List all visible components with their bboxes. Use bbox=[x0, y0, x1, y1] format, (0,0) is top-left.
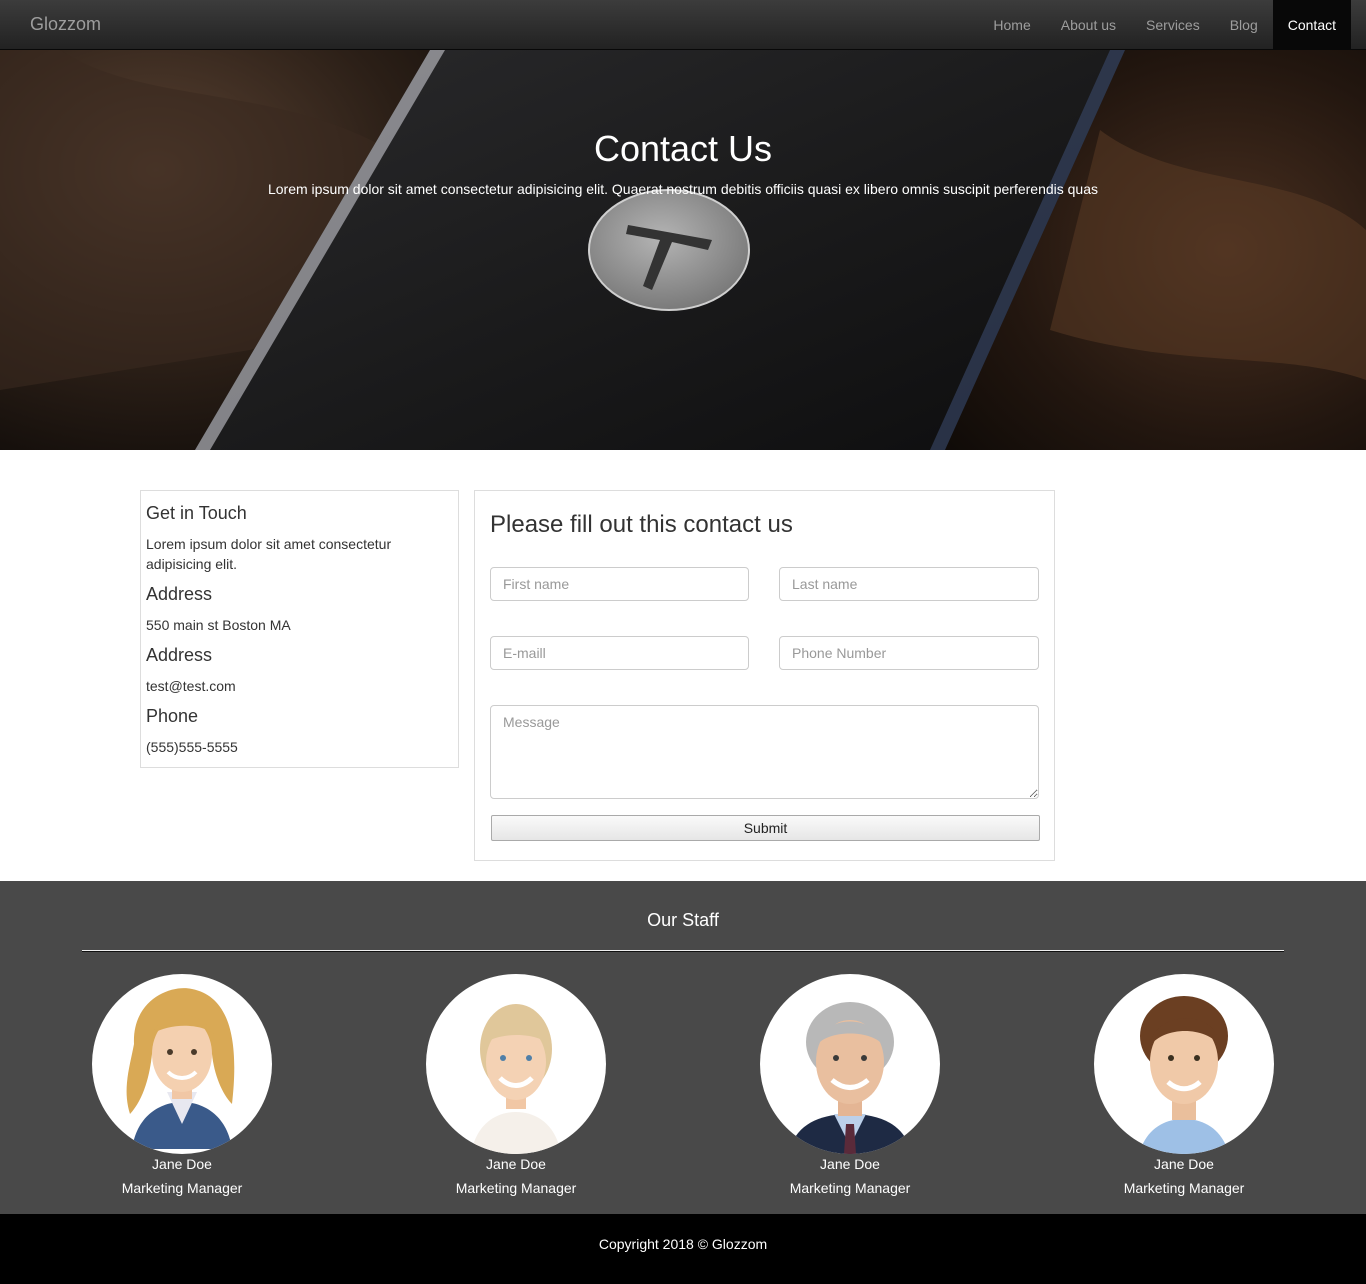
address-value: 550 main st Boston MA bbox=[146, 617, 291, 633]
message-field[interactable] bbox=[490, 705, 1039, 799]
phone-heading: Phone bbox=[146, 706, 199, 726]
staff-role: Marketing Manager bbox=[455, 1180, 577, 1196]
nav-item-about[interactable]: About us bbox=[1046, 0, 1131, 50]
last-name-field[interactable] bbox=[779, 567, 1039, 601]
avatar bbox=[426, 974, 606, 1154]
staff-role: Marketing Manager bbox=[121, 1180, 243, 1196]
submit-button[interactable]: Submit bbox=[491, 815, 1040, 841]
avatar bbox=[760, 974, 940, 1154]
form-title: Please fill out this contact us bbox=[490, 511, 793, 538]
get-in-touch-heading: Get in Touch bbox=[146, 503, 247, 523]
staff-card: Jane Doe Marketing Manager bbox=[1094, 974, 1274, 1196]
phone-value: (555)555-5555 bbox=[146, 739, 238, 755]
nav-item-home[interactable]: Home bbox=[978, 0, 1045, 50]
nav-menu: Home About us Services Blog Contact bbox=[978, 0, 1351, 50]
contact-intro: Lorem ipsum dolor sit amet consectetur a… bbox=[146, 536, 392, 572]
email-field[interactable] bbox=[490, 636, 749, 670]
staff-divider bbox=[82, 950, 1284, 952]
staff-title: Our Staff bbox=[647, 910, 719, 930]
hero-background-image bbox=[0, 50, 1366, 450]
staff-card: Jane Doe Marketing Manager bbox=[760, 974, 940, 1196]
staff-card: Jane Doe Marketing Manager bbox=[92, 974, 272, 1196]
hero-banner: Contact Us Lorem ipsum dolor sit amet co… bbox=[0, 50, 1366, 450]
nav-item-services[interactable]: Services bbox=[1131, 0, 1215, 50]
contact-info-panel: Get in Touch Lorem ipsum dolor sit amet … bbox=[140, 490, 459, 768]
staff-name: Jane Doe bbox=[152, 1156, 212, 1172]
avatar bbox=[1094, 974, 1274, 1154]
staff-section: Our Staff Jane Doe Marketing Manager Jan… bbox=[0, 881, 1366, 1214]
nav-item-blog[interactable]: Blog bbox=[1215, 0, 1273, 50]
staff-name: Jane Doe bbox=[486, 1156, 546, 1172]
staff-card: Jane Doe Marketing Manager bbox=[426, 974, 606, 1196]
staff-name: Jane Doe bbox=[820, 1156, 880, 1172]
brand-logo[interactable]: Glozzom bbox=[30, 14, 101, 35]
email-heading: Address bbox=[146, 645, 213, 665]
hero-subtitle: Lorem ipsum dolor sit amet consectetur a… bbox=[267, 181, 1099, 197]
staff-name: Jane Doe bbox=[1154, 1156, 1214, 1172]
staff-role: Marketing Manager bbox=[1123, 1180, 1245, 1196]
avatar bbox=[92, 974, 272, 1154]
navbar: Glozzom Home About us Services Blog Cont… bbox=[0, 0, 1366, 50]
footer: Copyright 2018 © Glozzom bbox=[0, 1214, 1366, 1284]
nav-item-contact[interactable]: Contact bbox=[1272, 0, 1351, 50]
phone-field[interactable] bbox=[779, 636, 1039, 670]
contact-form-panel: Please fill out this contact us Submit bbox=[474, 490, 1055, 861]
staff-role: Marketing Manager bbox=[789, 1180, 911, 1196]
first-name-field[interactable] bbox=[490, 567, 749, 601]
email-value: test@test.com bbox=[146, 678, 236, 694]
hero-title: Contact Us bbox=[593, 128, 773, 169]
copyright-text: Copyright 2018 © Glozzom bbox=[598, 1236, 768, 1252]
address-heading: Address bbox=[146, 584, 213, 604]
